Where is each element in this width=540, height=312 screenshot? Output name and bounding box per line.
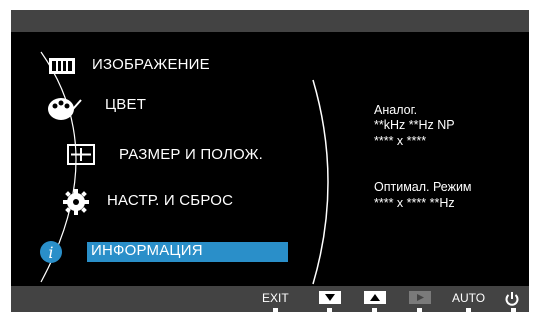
button-indicator [372, 308, 377, 312]
button-indicator [327, 308, 332, 312]
menu-item-picture[interactable]: ИЗОБРАЖЕНИЕ [47, 56, 210, 74]
frequency-value: **kHz **Hz NP [374, 118, 455, 132]
info-icon: i [39, 240, 63, 268]
up-arrow-button[interactable] [364, 291, 386, 304]
power-icon [505, 292, 519, 306]
svg-text:i: i [48, 243, 53, 262]
button-indicator [466, 308, 471, 312]
menu-item-label: НАСТР. И СБРОС [107, 192, 234, 209]
menu-item-label: ИНФОРМАЦИЯ [91, 242, 203, 259]
menu-item-label: РАЗМЕР И ПОЛОЖ. [119, 146, 263, 163]
palette-icon [47, 96, 83, 126]
optimal-mode-value: **** x **** **Hz [374, 196, 455, 210]
size-position-icon [67, 144, 97, 170]
button-indicator [273, 308, 278, 312]
optimal-mode-label: Оптимал. Режим [374, 180, 472, 194]
menu-item-label: ИЗОБРАЖЕНИЕ [92, 56, 210, 73]
menu-item-label: ЦВЕТ [105, 96, 147, 113]
button-indicator [511, 308, 516, 312]
resolution-value: **** x **** [374, 134, 427, 148]
gear-icon [63, 189, 89, 219]
button-indicator [417, 308, 422, 312]
exit-button[interactable]: EXIT [262, 291, 289, 305]
top-bar [11, 10, 529, 32]
menu-item-size-position[interactable]: РАЗМЕР И ПОЛОЖ. [67, 144, 263, 165]
auto-button[interactable]: AUTO [452, 291, 485, 305]
monitor-screen: ИЗОБРАЖЕНИЕ ЦВЕТ РАЗМЕР И ПОЛОЖ. НАСТР. … [11, 10, 529, 312]
picture-icon [47, 56, 77, 80]
right-arrow-button[interactable] [409, 291, 431, 304]
power-button[interactable] [504, 291, 520, 306]
down-arrow-icon [319, 291, 341, 304]
menu-item-color[interactable]: ЦВЕТ [47, 96, 147, 120]
menu-item-setup-reset[interactable]: НАСТР. И СБРОС [63, 189, 234, 215]
signal-type: Аналог. [374, 103, 418, 117]
up-arrow-icon [364, 291, 386, 304]
menu-item-information[interactable]: i ИНФОРМАЦИЯ [39, 241, 203, 263]
down-arrow-button[interactable] [319, 291, 341, 304]
right-arrow-icon [409, 291, 431, 304]
